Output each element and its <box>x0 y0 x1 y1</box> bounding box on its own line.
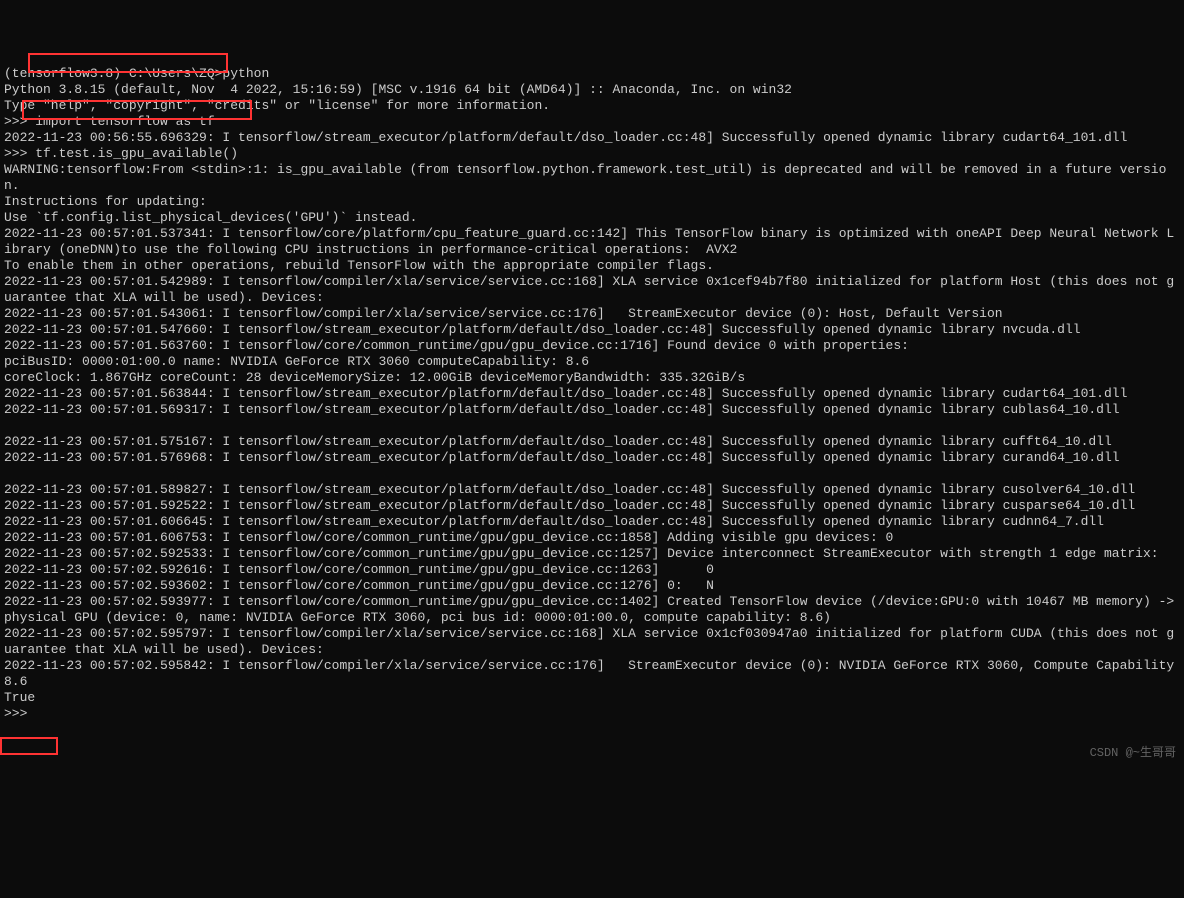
python-banner: Type "help", "copyright", "credits" or "… <box>4 98 550 113</box>
log-line: pciBusID: 0000:01:00.0 name: NVIDIA GeFo… <box>4 354 589 369</box>
log-line: 2022-11-23 00:57:02.595842: I tensorflow… <box>4 658 1182 689</box>
log-line: Instructions for updating: <box>4 194 207 209</box>
log-line: 2022-11-23 00:57:02.593602: I tensorflow… <box>4 578 714 593</box>
log-line: To enable them in other operations, rebu… <box>4 258 714 273</box>
log-line: 2022-11-23 00:56:55.696329: I tensorflow… <box>4 130 1127 145</box>
terminal-output[interactable]: (tensorflow3.8) C:\Users\ZQ>python Pytho… <box>4 66 1180 722</box>
log-line: 2022-11-23 00:57:01.543061: I tensorflow… <box>4 306 1003 321</box>
log-line: 2022-11-23 00:57:01.606753: I tensorflow… <box>4 530 893 545</box>
log-line: 2022-11-23 00:57:01.563844: I tensorflow… <box>4 386 1127 401</box>
log-line: 2022-11-23 00:57:02.593977: I tensorflow… <box>4 594 1182 625</box>
log-line: 2022-11-23 00:57:01.576968: I tensorflow… <box>4 450 1120 465</box>
log-line: coreClock: 1.867GHz coreCount: 28 device… <box>4 370 745 385</box>
log-line: 2022-11-23 00:57:01.542989: I tensorflow… <box>4 274 1174 305</box>
log-line: Use `tf.config.list_physical_devices('GP… <box>4 210 417 225</box>
log-line: 2022-11-23 00:57:01.563760: I tensorflow… <box>4 338 909 353</box>
log-line: 2022-11-23 00:57:01.537341: I tensorflow… <box>4 226 1174 257</box>
watermark-text: CSDN @~生哥哥 <box>1090 745 1176 761</box>
log-line: 2022-11-23 00:57:01.592522: I tensorflow… <box>4 498 1135 513</box>
shell-prompt: (tensorflow3.8) C:\Users\ZQ>python <box>4 66 269 81</box>
python-prompt[interactable]: >>> <box>4 706 35 721</box>
log-line: 2022-11-23 00:57:01.575167: I tensorflow… <box>4 434 1112 449</box>
python-command: >>> import tensorflow as tf <box>4 114 215 129</box>
python-banner: Python 3.8.15 (default, Nov 4 2022, 15:1… <box>4 82 792 97</box>
log-line: 2022-11-23 00:57:02.592616: I tensorflow… <box>4 562 714 577</box>
log-line: WARNING:tensorflow:From <stdin>:1: is_gp… <box>4 162 1166 193</box>
log-line: 2022-11-23 00:57:01.569317: I tensorflow… <box>4 402 1120 417</box>
log-line: 2022-11-23 00:57:01.606645: I tensorflow… <box>4 514 1104 529</box>
python-command: >>> tf.test.is_gpu_available() <box>4 146 238 161</box>
highlight-box <box>0 737 58 755</box>
log-line: 2022-11-23 00:57:02.592533: I tensorflow… <box>4 546 1159 561</box>
result-true: True <box>4 690 35 705</box>
log-line: 2022-11-23 00:57:02.595797: I tensorflow… <box>4 626 1174 657</box>
log-line: 2022-11-23 00:57:01.547660: I tensorflow… <box>4 322 1081 337</box>
log-line: 2022-11-23 00:57:01.589827: I tensorflow… <box>4 482 1135 497</box>
